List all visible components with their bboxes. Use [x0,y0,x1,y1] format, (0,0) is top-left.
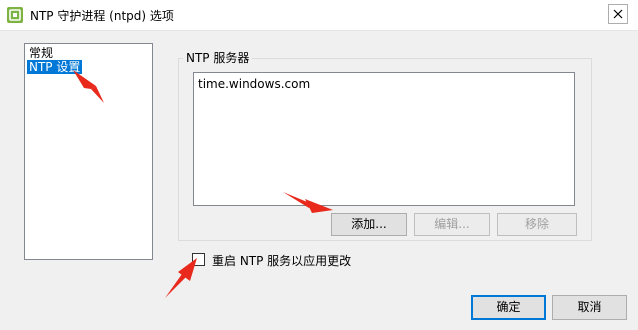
nav-item-ntp-settings[interactable]: NTP 设置 [27,60,83,74]
add-server-button[interactable]: 添加... [331,213,407,236]
settings-nav-list[interactable]: 常规 NTP 设置 [24,43,153,260]
server-list-item[interactable]: time.windows.com [198,77,310,91]
edit-server-button[interactable]: 编辑... [414,213,490,236]
remove-server-button[interactable]: 移除 [497,213,577,236]
ntp-servers-group-title: NTP 服务器 [183,51,253,65]
restart-ntp-label: 重启 NTP 服务以应用更改 [212,254,352,268]
title-bar: NTP 守护进程 (ntpd) 选项 [0,0,638,31]
ntp-server-list[interactable]: time.windows.com [193,72,575,206]
cancel-button[interactable]: 取消 [552,295,627,320]
nav-item-general[interactable]: 常规 [27,46,55,60]
close-button[interactable] [608,4,628,24]
restart-ntp-checkbox[interactable] [192,253,205,266]
close-icon [613,9,623,19]
window-title: NTP 守护进程 (ntpd) 选项 [30,9,174,23]
vsphere-client-icon [7,7,23,23]
ok-button[interactable]: 确定 [471,295,546,320]
